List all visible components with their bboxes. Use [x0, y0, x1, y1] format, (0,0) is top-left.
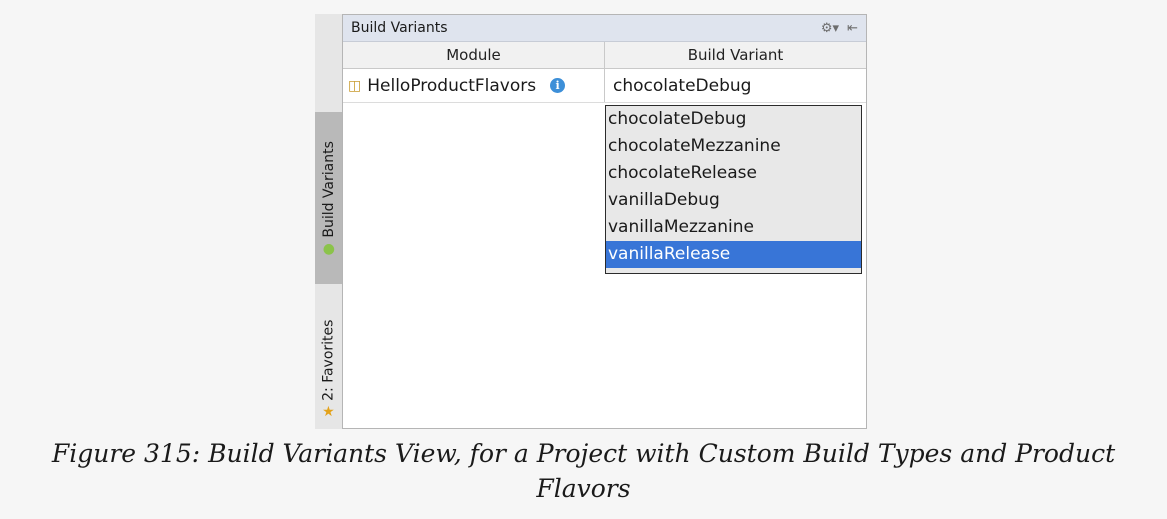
module-cell: ◫ HelloProductFlavors i [343, 69, 605, 102]
android-icon: ● [322, 240, 335, 257]
column-header-build-variant[interactable]: Build Variant [605, 42, 866, 68]
tab-favorites[interactable]: ★ 2: Favorites [315, 308, 342, 429]
panel-title: Build Variants [351, 20, 448, 36]
build-variants-window: ● Build Variants ★ 2: Favorites Build Va… [315, 14, 867, 429]
column-header-module[interactable]: Module [343, 42, 605, 68]
dropdown-option[interactable]: chocolateMezzanine [606, 133, 861, 160]
dropdown-option[interactable]: vanillaDebug [606, 187, 861, 214]
module-name: HelloProductFlavors [367, 75, 537, 96]
gear-icon[interactable]: ⚙▾ [821, 21, 839, 36]
star-icon: ★ [322, 403, 335, 420]
dropdown-option-selected[interactable]: vanillaRelease [606, 241, 861, 268]
module-folder-icon: ◫ [348, 77, 362, 94]
table-header: Module Build Variant [343, 42, 866, 69]
hide-icon[interactable]: ⇤ [847, 21, 858, 36]
tab-build-variants[interactable]: ● Build Variants [315, 112, 342, 284]
tab-favorites-label: 2: Favorites [320, 319, 337, 401]
tab-build-variants-label: Build Variants [320, 141, 337, 238]
dropdown-option[interactable]: chocolateDebug [606, 106, 861, 133]
figure-caption: Figure 315: Build Variants View, for a P… [0, 436, 1167, 506]
build-variant-select[interactable]: chocolateDebug [605, 69, 866, 102]
dropdown-option[interactable]: chocolateRelease [606, 160, 861, 187]
dropdown-option[interactable]: vanillaMezzanine [606, 214, 861, 241]
build-variant-dropdown[interactable]: chocolateDebug chocolateMezzanine chocol… [605, 105, 862, 274]
panel-titlebar: Build Variants ⚙▾ ⇤ [343, 15, 866, 42]
caption-line-1: Figure 315: Build Variants View, for a P… [51, 439, 1116, 468]
info-icon[interactable]: i [550, 78, 566, 93]
caption-line-2: Flavors [536, 474, 631, 503]
table-row[interactable]: ◫ HelloProductFlavors i chocolateDebug [343, 69, 866, 103]
tool-window-strip: ● Build Variants ★ 2: Favorites [315, 14, 343, 429]
